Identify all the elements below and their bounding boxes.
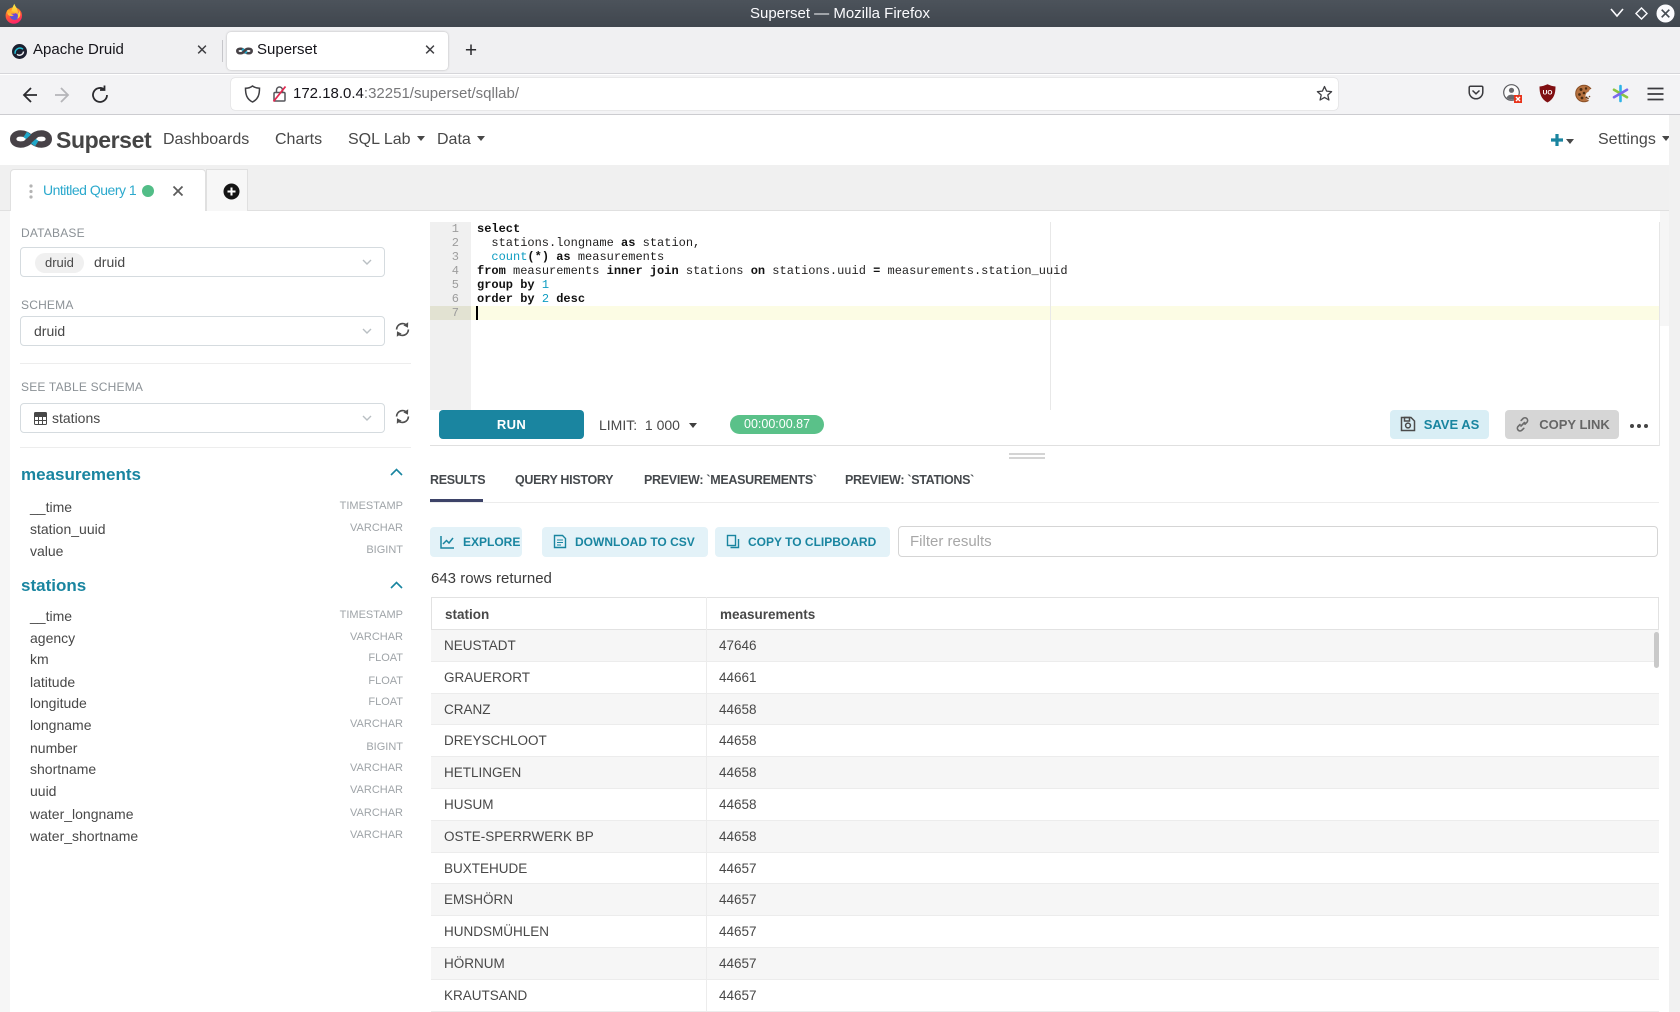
svg-text:UO: UO <box>1543 90 1553 97</box>
